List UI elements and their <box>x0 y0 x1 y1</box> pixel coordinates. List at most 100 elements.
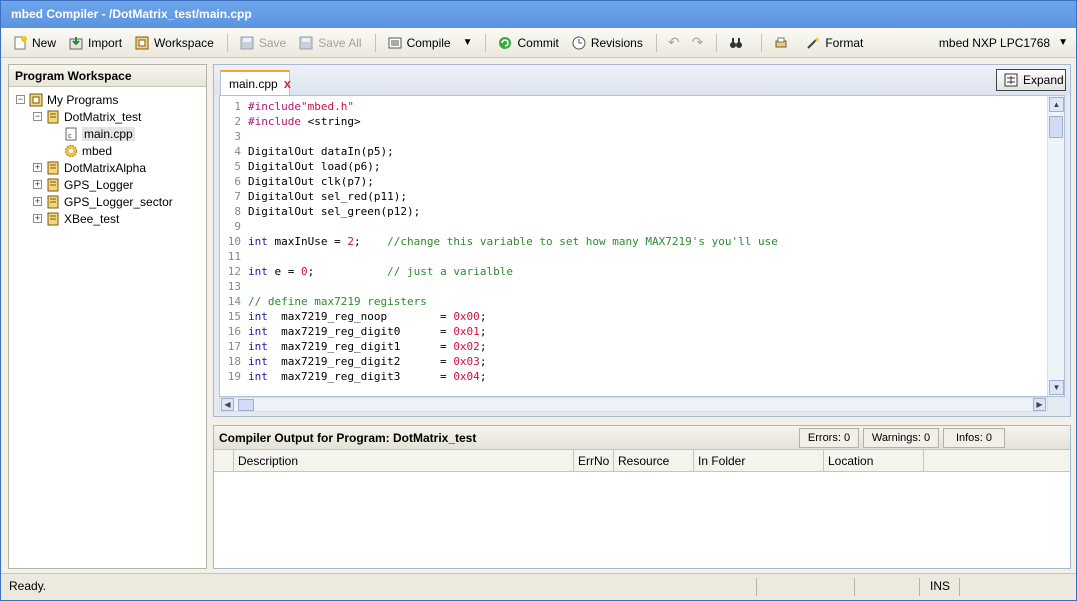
scroll-right-icon[interactable]: ▶ <box>1033 398 1046 411</box>
scroll-thumb[interactable] <box>238 399 254 411</box>
undo-button[interactable]: ↶ <box>663 31 685 55</box>
code-line: 9 <box>220 219 778 234</box>
column-resource[interactable]: Resource <box>614 450 694 472</box>
program-icon <box>46 161 60 175</box>
output-title: Compiler Output for Program: DotMatrix_t… <box>219 430 477 445</box>
code-line: 6 DigitalOut clk(p7); <box>220 174 778 189</box>
printer-icon <box>773 35 789 51</box>
horizontal-scrollbar[interactable]: ◀ ▶ <box>219 397 1048 412</box>
expand-button[interactable]: Expand <box>996 69 1066 91</box>
code-line: 5 DigitalOut load(p6); <box>220 159 778 174</box>
status-divider <box>756 578 757 596</box>
new-file-icon <box>12 35 28 51</box>
column-in-folder[interactable]: In Folder <box>694 450 824 472</box>
format-button[interactable]: Format <box>800 31 868 55</box>
toolbar: New Import Workspace Save Save All Compi… <box>1 28 1076 58</box>
vertical-scrollbar[interactable]: ▲ ▼ <box>1047 96 1064 396</box>
code-line: 3 <box>220 129 778 144</box>
collapse-icon[interactable]: − <box>16 95 25 104</box>
code-editor[interactable]: 1 #include "mbed.h" 2 #include <string> 3 … <box>219 95 1065 397</box>
compile-dropdown-button[interactable]: ▼ <box>458 31 478 55</box>
code-line: 12 int e = 0; // just a varialble <box>220 264 778 279</box>
insert-mode-indicator: INS <box>930 579 951 593</box>
scroll-thumb[interactable] <box>1049 116 1063 138</box>
collapse-icon[interactable]: − <box>33 112 42 121</box>
toolbar-separator <box>761 33 763 52</box>
code-line: 15 int max7219_reg_noop = 0x00; <box>220 309 778 324</box>
find-button[interactable] <box>723 31 753 55</box>
scroll-down-icon[interactable]: ▼ <box>1049 380 1064 395</box>
line-number: 4 <box>234 145 241 158</box>
program-workspace-panel: Program Workspace − My Programs − DotMat… <box>8 64 207 569</box>
column-errno[interactable]: ErrNo <box>574 450 614 472</box>
infos-count[interactable]: Infos: 0 <box>943 428 1005 448</box>
gear-icon <box>64 144 78 158</box>
program-tree: − My Programs − DotMatrix_test c main.cp… <box>9 87 206 227</box>
compile-button[interactable]: Compile <box>382 31 456 55</box>
tree-item-my-programs[interactable]: − My Programs <box>9 91 206 108</box>
import-icon <box>68 35 84 51</box>
errors-count[interactable]: Errors: 0 <box>799 428 859 448</box>
tree-item-program[interactable]: − DotMatrix_test <box>9 108 206 125</box>
editor-panel: main.cpp x Expand 1 #include "mbed.h" 2 #i… <box>213 64 1071 417</box>
line-number: 7 <box>234 190 241 203</box>
commit-button[interactable]: Commit <box>492 31 563 55</box>
code-line: 16 int max7219_reg_digit0 = 0x01; <box>220 324 778 339</box>
device-selector[interactable]: mbed NXP LPC1768 ▼ <box>939 36 1068 50</box>
toolbar-separator <box>374 33 376 52</box>
tree-item-program[interactable]: + DotMatrixAlpha <box>9 159 206 176</box>
line-number: 19 <box>227 370 241 383</box>
code-line: 7 DigitalOut sel_red(p11); <box>220 189 778 204</box>
compile-icon <box>387 35 403 51</box>
chevron-down-icon: ▼ <box>1058 37 1068 48</box>
expand-icon[interactable]: + <box>33 163 42 172</box>
revisions-button[interactable]: Revisions <box>566 31 648 55</box>
tree-item-program[interactable]: + GPS_Logger_sector <box>9 193 206 210</box>
tab-main-cpp[interactable]: main.cpp x <box>220 70 291 95</box>
redo-button[interactable]: ↷ <box>687 31 709 55</box>
code-line: 14// define max7219 registers <box>220 294 778 309</box>
tree-item-file[interactable]: c main.cpp <box>9 125 206 142</box>
code-line: 19 int max7219_reg_digit3 = 0x04; <box>220 369 778 384</box>
code-line: 8 DigitalOut sel_green(p12); <box>220 204 778 219</box>
line-number: 13 <box>227 280 241 293</box>
save-button[interactable]: Save <box>234 31 291 55</box>
new-button[interactable]: New <box>7 31 61 55</box>
line-number: 11 <box>227 250 241 263</box>
grid-header-icon-column <box>214 450 234 472</box>
scroll-left-icon[interactable]: ◀ <box>221 398 234 411</box>
workspace-button[interactable]: Workspace <box>129 31 219 55</box>
commit-icon <box>497 35 513 51</box>
tree-item-program[interactable]: + GPS_Logger <box>9 176 206 193</box>
expand-icon <box>1003 72 1019 88</box>
line-number: 15 <box>227 310 241 323</box>
compiler-window: mbed Compiler - /DotMatrix_test/main.cpp… <box>0 0 1077 601</box>
expand-icon[interactable]: + <box>33 197 42 206</box>
tree-item-program[interactable]: + XBee_test <box>9 210 206 227</box>
scroll-up-icon[interactable]: ▲ <box>1049 97 1064 112</box>
code-line: 18 int max7219_reg_digit2 = 0x03; <box>220 354 778 369</box>
svg-text:c: c <box>68 132 72 140</box>
expand-icon[interactable]: + <box>33 180 42 189</box>
editor-tabstrip: main.cpp x Expand <box>214 65 1070 95</box>
import-button[interactable]: Import <box>63 31 127 55</box>
column-description[interactable]: Description <box>234 450 574 472</box>
line-number: 10 <box>227 235 241 248</box>
print-button[interactable] <box>768 31 798 55</box>
line-number: 9 <box>234 220 241 233</box>
expand-icon[interactable]: + <box>33 214 42 223</box>
column-location[interactable]: Location <box>824 450 924 472</box>
code-line: 2 #include <string> <box>220 114 778 129</box>
clock-icon <box>571 35 587 51</box>
tree-item-library[interactable]: mbed <box>9 142 206 159</box>
close-icon[interactable]: x <box>284 76 291 91</box>
program-icon <box>46 178 60 192</box>
line-number: 14 <box>227 295 241 308</box>
cpp-file-icon: c <box>64 127 78 141</box>
toolbar-separator <box>226 33 228 52</box>
line-number: 16 <box>227 325 241 338</box>
undo-icon: ↶ <box>667 34 680 50</box>
warnings-count[interactable]: Warnings: 0 <box>863 428 939 448</box>
binoculars-icon <box>728 35 744 51</box>
save-all-button[interactable]: Save All <box>293 31 366 55</box>
